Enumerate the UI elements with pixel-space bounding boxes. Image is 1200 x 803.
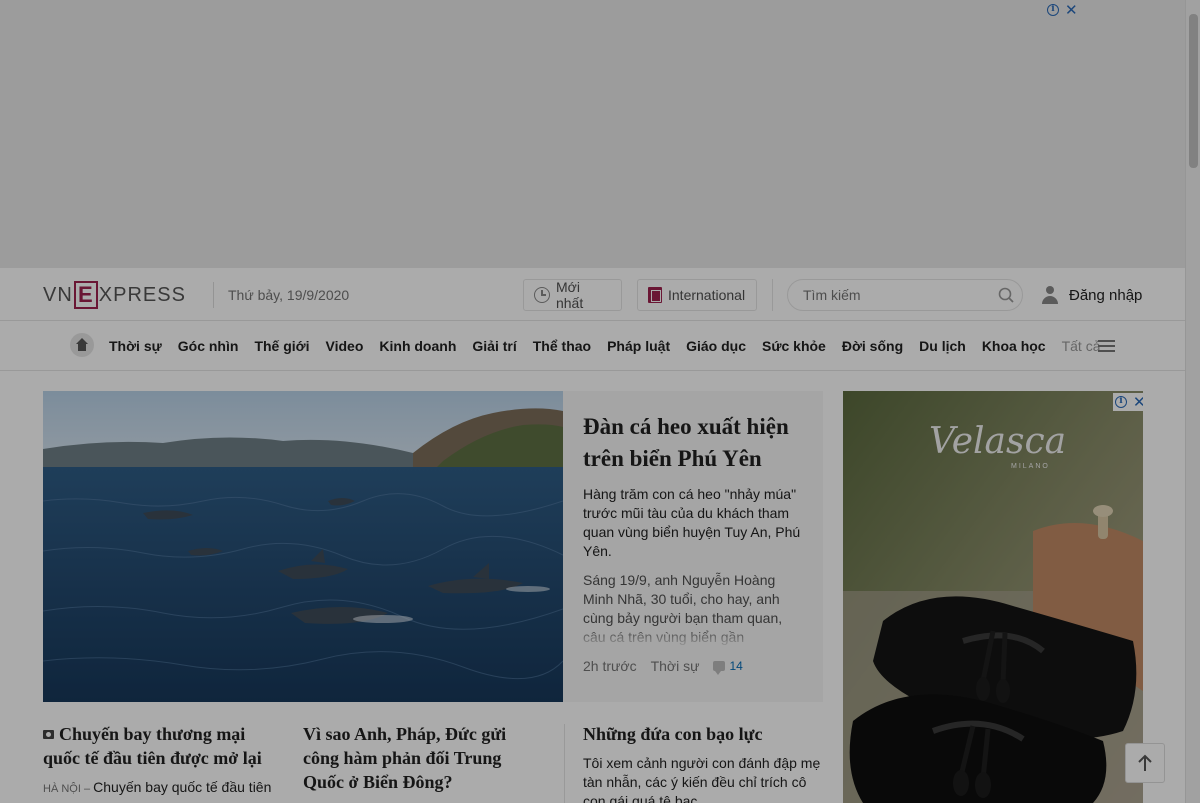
header-divider bbox=[213, 282, 214, 308]
article-lead[interactable]: Chuyến bay quốc tế đầu tiên bbox=[93, 779, 271, 795]
scroll-to-top-button[interactable] bbox=[1125, 743, 1165, 783]
info-icon[interactable]: i bbox=[1115, 396, 1127, 408]
dolphins-photo bbox=[43, 391, 563, 702]
user-icon bbox=[1041, 286, 1059, 304]
logo-e: E bbox=[73, 281, 98, 309]
nav-item-suc-khoe[interactable]: Sức khỏe bbox=[754, 338, 834, 354]
international-icon bbox=[648, 287, 662, 303]
close-ad-icon[interactable]: ✕ bbox=[1065, 1, 1078, 19]
nav-item-khoa-hoc[interactable]: Khoa học bbox=[974, 338, 1054, 354]
scrollbar-thumb[interactable] bbox=[1189, 14, 1198, 168]
nav-item-du-lich[interactable]: Du lịch bbox=[911, 338, 974, 354]
home-icon[interactable] bbox=[70, 333, 94, 357]
search-input[interactable] bbox=[788, 280, 978, 310]
featured-article: Đàn cá heo xuất hiện trên biển Phú Yên H… bbox=[563, 391, 823, 702]
info-icon[interactable]: i bbox=[1047, 4, 1059, 16]
article-lead[interactable]: Tôi xem cảnh người con đánh đập mẹ tàn n… bbox=[583, 754, 823, 803]
comment-count: 14 bbox=[729, 659, 743, 673]
featured-lead[interactable]: Hàng trăm con cá heo "nhảy múa" trước mũ… bbox=[583, 485, 808, 561]
ad-brand-sub: MILANO bbox=[1011, 463, 1050, 470]
logo-vn: VN bbox=[43, 283, 73, 306]
latest-news-button[interactable]: Mới nhất bbox=[523, 279, 622, 311]
ad-brand-logo: Velasca bbox=[929, 421, 1067, 462]
latest-news-label: Mới nhất bbox=[555, 279, 584, 311]
article-title[interactable]: Những đứa con bạo lực bbox=[583, 722, 823, 746]
nav-item-goc-nhin[interactable]: Góc nhìn bbox=[170, 338, 247, 354]
header-separator bbox=[772, 279, 773, 311]
search-icon[interactable] bbox=[998, 287, 1014, 303]
article-card: Những đứa con bạo lực Tôi xem cảnh người… bbox=[583, 722, 823, 803]
nav-item-the-gioi[interactable]: Thế giới bbox=[246, 338, 317, 354]
clock-icon bbox=[534, 287, 550, 303]
vnexpress-logo[interactable]: VN E XPRESS bbox=[43, 281, 186, 309]
featured-body: Sáng 19/9, anh Nguyễn Hoàng Minh Nhã, 30… bbox=[583, 571, 808, 649]
camera-icon bbox=[43, 730, 54, 739]
nav-item-kinh-doanh[interactable]: Kinh doanh bbox=[371, 338, 464, 354]
international-label: International bbox=[668, 287, 746, 303]
article-title[interactable]: Vì sao Anh, Pháp, Đức gửi công hàm phản … bbox=[303, 722, 543, 794]
nav-item-thoi-su[interactable]: Thời sự bbox=[101, 338, 170, 354]
nav-item-giai-tri[interactable]: Giải trí bbox=[464, 338, 524, 354]
featured-title[interactable]: Đàn cá heo xuất hiện trên biển Phú Yên bbox=[583, 411, 803, 475]
nav-item-video[interactable]: Video bbox=[318, 338, 372, 354]
nav-item-doi-song[interactable]: Đời sống bbox=[834, 338, 911, 354]
comment-icon bbox=[713, 661, 726, 675]
article-title-text: Chuyến bay thương mại quốc tế đầu tiên đ… bbox=[43, 724, 262, 768]
article-card: Chuyến bay thương mại quốc tế đầu tiên đ… bbox=[43, 722, 283, 797]
close-ad-icon[interactable]: ✕ bbox=[1133, 393, 1143, 411]
article-card: Vì sao Anh, Pháp, Đức gửi công hàm phản … bbox=[303, 722, 543, 794]
page-scrollbar[interactable] bbox=[1185, 0, 1200, 803]
column-separator bbox=[564, 724, 565, 803]
login-label: Đăng nhập bbox=[1069, 286, 1143, 304]
article-location: HÀ NỘI bbox=[43, 783, 81, 795]
top-ad-banner[interactable]: i ✕ bbox=[0, 0, 1185, 268]
article-lead-line: HÀ NỘI – Chuyến bay quốc tế đầu tiên bbox=[43, 778, 283, 797]
featured-comments[interactable]: 14 bbox=[713, 659, 743, 675]
login-button[interactable]: Đăng nhập bbox=[1041, 286, 1142, 304]
article-title[interactable]: Chuyến bay thương mại quốc tế đầu tiên đ… bbox=[43, 722, 283, 770]
logo-xpress: XPRESS bbox=[98, 283, 186, 306]
search-box[interactable] bbox=[787, 279, 1023, 311]
nav-item-giao-duc[interactable]: Giáo dục bbox=[678, 338, 754, 354]
arrow-up-icon bbox=[1138, 754, 1152, 771]
featured-meta: 2h trước Thời sự 14 bbox=[583, 658, 743, 675]
current-date: Thứ bảy, 19/9/2020 bbox=[228, 287, 350, 303]
side-ad-banner[interactable]: Velasca MILANO i ✕ bbox=[843, 391, 1143, 803]
international-button[interactable]: International bbox=[637, 279, 757, 311]
site-header: VN E XPRESS Thứ bảy, 19/9/2020 Mới nhất In… bbox=[0, 268, 1185, 321]
nav-item-phap-luat[interactable]: Pháp luật bbox=[599, 338, 678, 354]
hamburger-menu-icon[interactable] bbox=[1098, 340, 1115, 352]
adchoices-badge[interactable]: i ✕ bbox=[1047, 1, 1078, 19]
nav-items: Thời sự Góc nhìn Thế giới Video Kinh doa… bbox=[101, 338, 1109, 354]
featured-category[interactable]: Thời sự bbox=[651, 658, 700, 674]
adchoices-badge[interactable]: i ✕ bbox=[1113, 393, 1143, 411]
location-dash: – bbox=[80, 783, 94, 795]
main-nav: Thời sự Góc nhìn Thế giới Video Kinh doa… bbox=[0, 321, 1185, 371]
featured-body-text: Sáng 19/9, anh Nguyễn Hoàng Minh Nhã, 30… bbox=[583, 572, 783, 645]
nav-item-the-thao[interactable]: Thể thao bbox=[525, 338, 599, 354]
featured-time: 2h trước bbox=[583, 658, 637, 674]
featured-image[interactable] bbox=[43, 391, 563, 702]
